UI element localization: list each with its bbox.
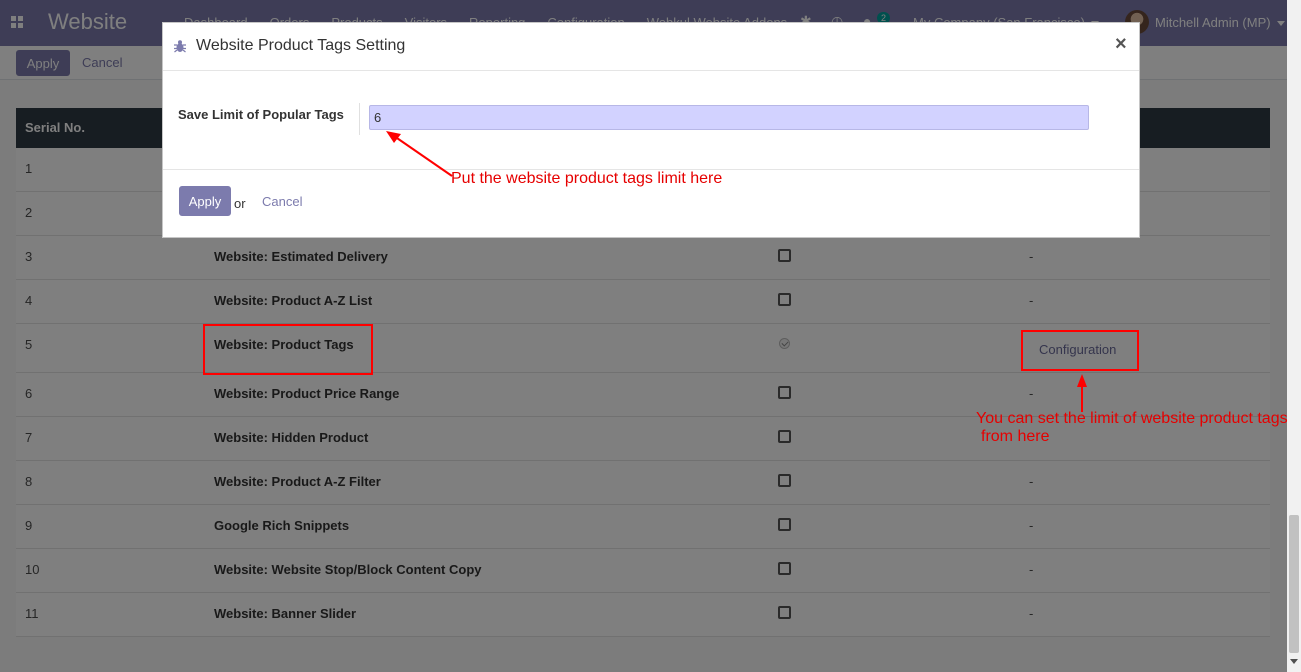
arrow-head-icon xyxy=(386,131,401,143)
input-annotation: Put the website product tags limit here xyxy=(451,170,723,187)
arrow-head-icon xyxy=(1077,374,1087,387)
annotation-arrows xyxy=(386,131,1087,412)
config-annotation-line1: You can set the limit of website product… xyxy=(976,410,1288,427)
arrow-to-input xyxy=(393,135,453,177)
config-annotation-line2: from here xyxy=(981,428,1050,445)
